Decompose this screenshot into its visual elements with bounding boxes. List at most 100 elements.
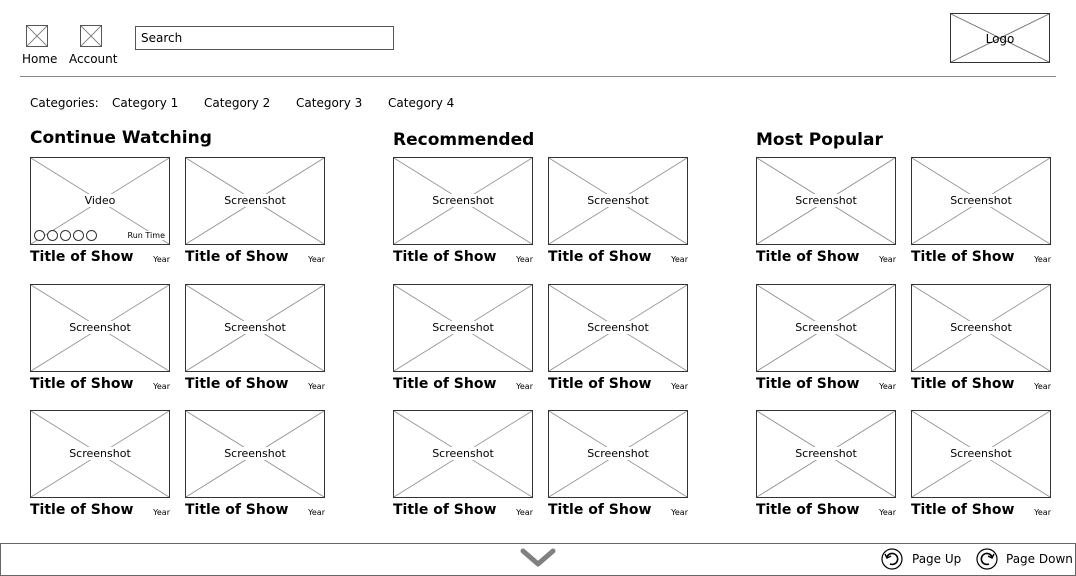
show-title[interactable]: Title of Show (911, 249, 1014, 265)
rating-dot-icon (86, 230, 97, 241)
show-card[interactable]: Screenshot Title of Show Year (756, 284, 896, 392)
show-title[interactable]: Title of Show (30, 376, 133, 392)
show-title[interactable]: Title of Show (185, 502, 288, 518)
show-card[interactable]: Screenshot Title of Show Year (393, 157, 533, 265)
show-card[interactable]: Screenshot Title of Show Year (185, 410, 325, 518)
show-title[interactable]: Title of Show (393, 249, 496, 265)
screenshot-thumbnail[interactable]: Screenshot (185, 157, 325, 245)
rating-dot-icon (34, 230, 45, 241)
screenshot-thumbnail[interactable]: Screenshot (548, 410, 688, 498)
thumbnail-label: Screenshot (222, 321, 288, 334)
thumbnail-label: Screenshot (948, 321, 1014, 334)
rating-dots (34, 230, 97, 241)
screenshot-thumbnail[interactable]: Screenshot (548, 157, 688, 245)
screenshot-thumbnail[interactable]: Screenshot (185, 410, 325, 498)
screenshot-thumbnail[interactable]: Screenshot (393, 284, 533, 372)
show-card[interactable]: Screenshot Title of Show Year (30, 410, 170, 518)
show-title[interactable]: Title of Show (30, 249, 133, 265)
category-1-link[interactable]: Category 1 (112, 96, 178, 110)
rating-dot-icon (60, 230, 71, 241)
show-title[interactable]: Title of Show (548, 376, 651, 392)
show-year: Year (671, 382, 688, 391)
thumbnail-label: Screenshot (793, 321, 859, 334)
screenshot-thumbnail[interactable]: Screenshot (756, 157, 896, 245)
screenshot-thumbnail[interactable]: Screenshot (756, 410, 896, 498)
run-time: Run Time (127, 231, 165, 240)
category-3-link[interactable]: Category 3 (296, 96, 362, 110)
thumbnail-label: Screenshot (948, 447, 1014, 460)
show-card[interactable]: Screenshot Title of Show Year (756, 157, 896, 265)
show-card[interactable]: Video Run Time Title of Show Year (30, 157, 170, 265)
screenshot-thumbnail[interactable]: Screenshot (911, 157, 1051, 245)
show-title[interactable]: Title of Show (911, 376, 1014, 392)
thumbnail-label: Screenshot (67, 321, 133, 334)
category-4-link[interactable]: Category 4 (388, 96, 454, 110)
show-card[interactable]: Screenshot Title of Show Year (756, 410, 896, 518)
show-title[interactable]: Title of Show (185, 249, 288, 265)
screenshot-thumbnail[interactable]: Screenshot (393, 157, 533, 245)
screenshot-thumbnail[interactable]: Screenshot (30, 410, 170, 498)
thumbnail-label: Screenshot (793, 194, 859, 207)
category-2-link[interactable]: Category 2 (204, 96, 270, 110)
show-title[interactable]: Title of Show (911, 502, 1014, 518)
screenshot-thumbnail[interactable]: Screenshot (185, 284, 325, 372)
home-label[interactable]: Home (22, 52, 57, 66)
show-card[interactable]: Screenshot Title of Show Year (185, 284, 325, 392)
show-card[interactable]: Screenshot Title of Show Year (548, 410, 688, 518)
show-year: Year (1034, 255, 1051, 264)
section-title-recommended: Recommended (393, 130, 535, 150)
show-title[interactable]: Title of Show (30, 502, 133, 518)
show-title[interactable]: Title of Show (756, 249, 859, 265)
rating-dot-icon (73, 230, 84, 241)
show-title[interactable]: Title of Show (756, 502, 859, 518)
screenshot-thumbnail[interactable]: Screenshot (548, 284, 688, 372)
show-card[interactable]: Screenshot Title of Show Year (548, 284, 688, 392)
search-placeholder: Search (141, 31, 183, 45)
show-title[interactable]: Title of Show (548, 502, 651, 518)
show-year: Year (879, 382, 896, 391)
show-year: Year (308, 382, 325, 391)
show-title[interactable]: Title of Show (185, 376, 288, 392)
screenshot-thumbnail[interactable]: Screenshot (393, 410, 533, 498)
show-year: Year (879, 255, 896, 264)
thumbnail-label: Video (82, 194, 118, 207)
search-input[interactable]: Search (135, 26, 394, 50)
show-year: Year (516, 382, 533, 391)
thumbnail-label: Screenshot (430, 447, 496, 460)
thumbnail-label: Screenshot (585, 321, 651, 334)
show-card[interactable]: Screenshot Title of Show Year (548, 157, 688, 265)
page-down-icon[interactable] (976, 548, 998, 570)
screenshot-thumbnail[interactable]: Screenshot (756, 284, 896, 372)
show-title[interactable]: Title of Show (548, 249, 651, 265)
video-thumbnail[interactable]: Video Run Time (30, 157, 170, 245)
categories-label: Categories: (30, 96, 99, 110)
section-title-continue-watching: Continue Watching (30, 128, 212, 148)
account-label[interactable]: Account (69, 52, 117, 66)
show-card[interactable]: Screenshot Title of Show Year (30, 284, 170, 392)
account-icon[interactable] (80, 25, 102, 47)
show-year: Year (153, 508, 170, 517)
thumbnail-label: Screenshot (67, 447, 133, 460)
home-icon[interactable] (26, 25, 48, 47)
show-card[interactable]: Screenshot Title of Show Year (911, 410, 1051, 518)
screenshot-thumbnail[interactable]: Screenshot (30, 284, 170, 372)
page-down-label[interactable]: Page Down (1006, 552, 1073, 566)
page-up-label[interactable]: Page Up (912, 552, 961, 566)
thumbnail-label: Screenshot (222, 447, 288, 460)
page-up-icon[interactable] (881, 548, 903, 570)
show-card[interactable]: Screenshot Title of Show Year (185, 157, 325, 265)
show-title[interactable]: Title of Show (393, 502, 496, 518)
screenshot-thumbnail[interactable]: Screenshot (911, 410, 1051, 498)
show-card[interactable]: Screenshot Title of Show Year (393, 284, 533, 392)
show-card[interactable]: Screenshot Title of Show Year (911, 284, 1051, 392)
screenshot-thumbnail[interactable]: Screenshot (911, 284, 1051, 372)
show-title[interactable]: Title of Show (393, 376, 496, 392)
show-year: Year (308, 255, 325, 264)
section-title-most-popular: Most Popular (756, 130, 883, 150)
show-card[interactable]: Screenshot Title of Show Year (393, 410, 533, 518)
show-card[interactable]: Screenshot Title of Show Year (911, 157, 1051, 265)
header-divider (20, 76, 1056, 77)
show-year: Year (671, 255, 688, 264)
chevron-down-icon[interactable] (520, 547, 556, 569)
show-title[interactable]: Title of Show (756, 376, 859, 392)
